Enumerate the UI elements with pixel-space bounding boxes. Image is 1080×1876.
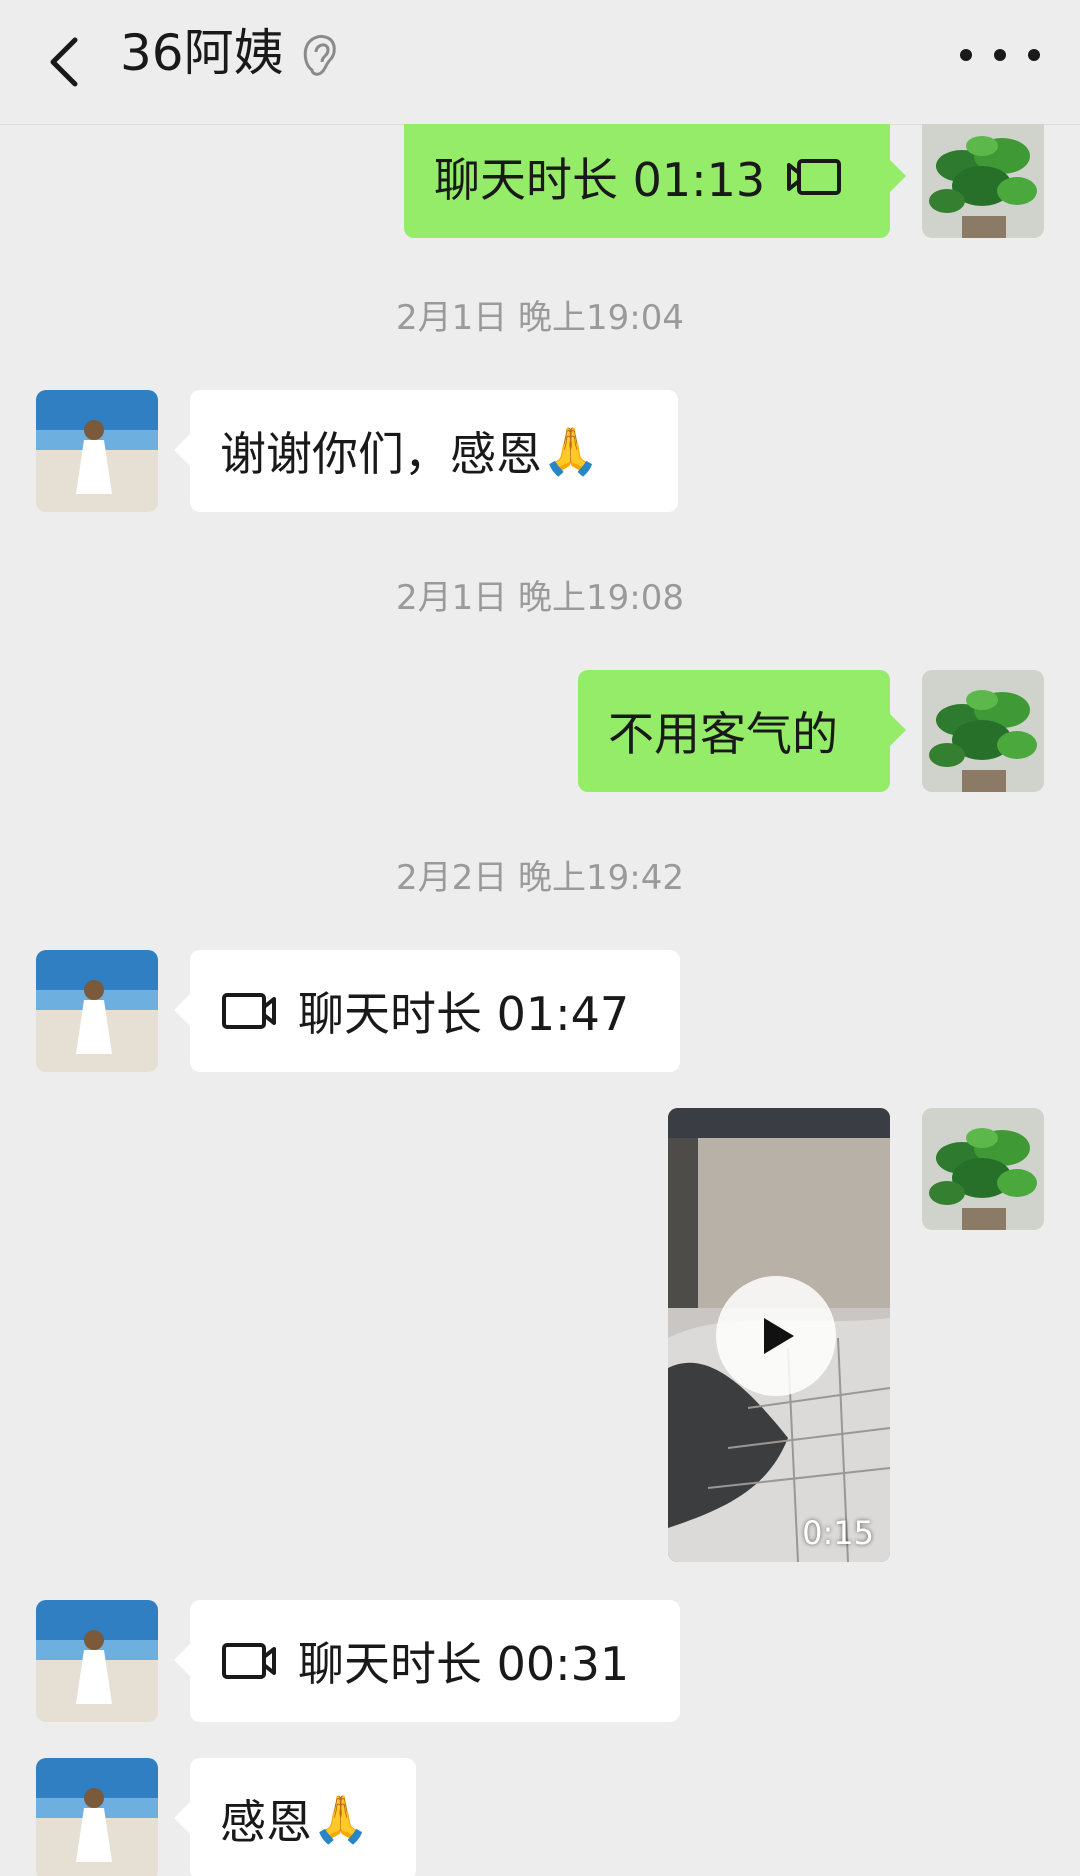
incoming-call-bubble[interactable]: 聊天时长 01:47 [174,950,680,1072]
call-duration-text: 聊天时长 01:47 [298,987,630,1041]
message-text: 感恩 [220,1795,312,1849]
my-avatar[interactable] [922,670,1044,792]
chevron-left-icon [50,37,78,87]
contact-avatar[interactable] [36,950,158,1072]
chat-header: 36阿姨 [0,0,1080,125]
pray-emoji: 🙏 [542,423,600,478]
video-duration: 0:15 [802,1514,874,1552]
timestamp: 2月1日 晚上19:08 [395,578,685,618]
video-call-icon [222,993,276,1029]
contact-avatar[interactable] [36,390,158,512]
more-dot [960,49,972,61]
video-call-icon [787,159,842,195]
message-text: 不用客气的 [608,707,838,761]
outgoing-call-bubble[interactable]: 聊天时长 01:13 [404,124,906,238]
contact-avatar[interactable] [36,1600,158,1722]
more-dot [1028,49,1040,61]
timestamp: 2月1日 晚上19:04 [395,298,685,338]
timestamp: 2月2日 晚上19:42 [395,858,685,898]
message-text: 谢谢你们，感恩 [220,427,542,481]
play-icon [764,1318,794,1354]
incoming-call-bubble[interactable]: 聊天时长 00:31 [174,1600,680,1722]
more-options-button[interactable] [960,30,1040,80]
call-duration-text: 聊天时长 00:31 [298,1637,630,1691]
more-dot [994,49,1006,61]
call-duration-text: 聊天时长 01:13 [434,153,766,207]
play-button[interactable] [716,1276,836,1396]
video-call-icon [222,1643,276,1679]
ear-icon [303,34,336,76]
my-avatar[interactable] [922,124,1044,238]
my-avatar[interactable] [922,1108,1044,1230]
pray-emoji: 🙏 [312,1791,370,1846]
contact-avatar[interactable] [36,1758,158,1876]
chat-title[interactable]: 36阿姨 [120,18,284,88]
back-button[interactable] [30,22,100,102]
message-list[interactable]: 聊天时长 01:13 2月1日 晚上19:04 谢谢你们，感恩 🙏 2月1日 晚… [0,124,1080,1876]
incoming-text-bubble[interactable]: 谢谢你们，感恩 🙏 [174,390,678,512]
outgoing-text-bubble[interactable]: 不用客气的 [578,670,906,792]
incoming-text-bubble[interactable]: 感恩 🙏 [174,1758,416,1876]
video-message[interactable]: 0:15 [668,1108,890,1562]
